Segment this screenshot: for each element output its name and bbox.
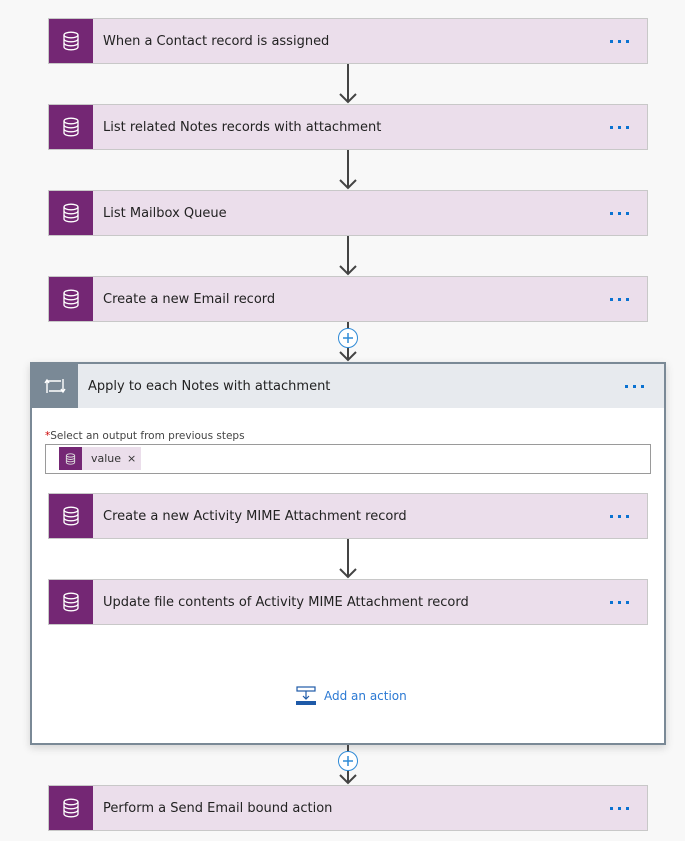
database-icon (49, 786, 93, 830)
more-options-button[interactable] (599, 592, 639, 612)
connector-arrow (338, 150, 358, 190)
token-label: value (91, 452, 122, 465)
step-title: List related Notes records with attachme… (103, 119, 382, 135)
step-title: Create a new Activity MIME Attachment re… (103, 508, 407, 524)
loop-icon (32, 364, 78, 408)
step-card-send-email[interactable]: Perform a Send Email bound action (48, 785, 648, 831)
connector-arrow (338, 64, 358, 104)
output-select-input[interactable]: value × (45, 444, 651, 474)
more-options-button[interactable] (599, 798, 639, 818)
step-title: Perform a Send Email bound action (103, 800, 333, 816)
insert-step-button[interactable] (338, 751, 358, 771)
more-options-button[interactable] (599, 506, 639, 526)
database-icon (49, 191, 93, 235)
step-card-trigger[interactable]: When a Contact record is assigned (48, 18, 648, 64)
add-action-label: Add an action (324, 689, 407, 703)
step-card-list-notes[interactable]: List related Notes records with attachme… (48, 104, 648, 150)
step-title: When a Contact record is assigned (103, 33, 330, 49)
apply-to-each-container: Apply to each Notes with attachment *Sel… (30, 362, 666, 745)
connector-arrow (338, 539, 358, 579)
database-icon (49, 277, 93, 321)
add-action-button[interactable]: Add an action (296, 686, 407, 706)
remove-token-button[interactable]: × (127, 452, 136, 465)
more-options-button[interactable] (599, 289, 639, 309)
database-icon (49, 494, 93, 538)
add-action-icon (296, 686, 316, 705)
database-icon (49, 105, 93, 149)
step-title: List Mailbox Queue (103, 205, 227, 221)
connector-arrow (338, 236, 358, 276)
more-options-button[interactable] (614, 376, 654, 396)
apply-to-each-header[interactable]: Apply to each Notes with attachment (32, 364, 664, 408)
more-options-button[interactable] (599, 31, 639, 51)
step-title: Update file contents of Activity MIME At… (103, 594, 469, 610)
database-icon (59, 447, 82, 470)
step-card-create-email[interactable]: Create a new Email record (48, 276, 648, 322)
step-title: Create a new Email record (103, 291, 276, 307)
value-token[interactable]: value × (59, 447, 142, 470)
output-field-label: *Select an output from previous steps (45, 430, 245, 442)
database-icon (49, 580, 93, 624)
step-card-create-mime[interactable]: Create a new Activity MIME Attachment re… (48, 493, 648, 539)
step-card-update-mime[interactable]: Update file contents of Activity MIME At… (48, 579, 648, 625)
more-options-button[interactable] (599, 117, 639, 137)
insert-step-button[interactable] (338, 328, 358, 348)
step-card-list-mailbox[interactable]: List Mailbox Queue (48, 190, 648, 236)
plus-icon (343, 333, 353, 343)
more-options-button[interactable] (599, 203, 639, 223)
database-icon (49, 19, 93, 63)
plus-icon (343, 756, 353, 766)
apply-to-each-title: Apply to each Notes with attachment (88, 378, 331, 394)
